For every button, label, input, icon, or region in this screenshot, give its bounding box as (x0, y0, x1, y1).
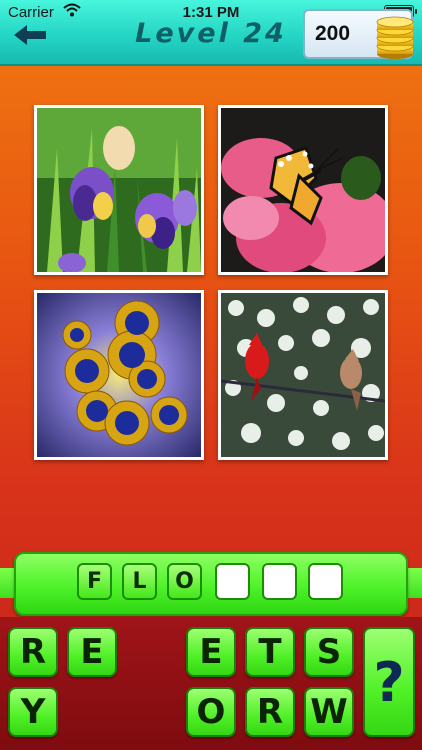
picture-cardinals[interactable] (218, 290, 388, 460)
letter-key[interactable]: Y (8, 687, 58, 737)
picture-blue-sunflowers[interactable] (34, 290, 204, 460)
coin-counter[interactable]: 200 (303, 9, 414, 59)
picture-butterfly[interactable] (218, 105, 388, 275)
butterfly-flower-image (221, 108, 385, 272)
answer-slot-6[interactable] (308, 563, 343, 600)
letter-key[interactable]: O (186, 687, 236, 737)
coin-count: 200 (315, 22, 351, 45)
letter-key[interactable]: R (245, 687, 295, 737)
cardinals-image (221, 293, 385, 457)
answer-slot-2[interactable]: L (122, 563, 157, 600)
answer-slot-3[interactable]: O (167, 563, 202, 600)
letter-key[interactable]: R (8, 627, 58, 677)
iris-flowers-image (37, 108, 201, 272)
hint-button[interactable]: ? (363, 627, 415, 737)
gold-coins-icon (376, 16, 414, 59)
answer-slot-1[interactable]: F (77, 563, 112, 600)
letter-key[interactable]: E (186, 627, 236, 677)
letter-key[interactable]: E (67, 627, 117, 677)
picture-iris-flowers[interactable] (34, 105, 204, 275)
letter-key[interactable]: S (304, 627, 354, 677)
letter-key[interactable]: W (304, 687, 354, 737)
answer-panel (14, 552, 408, 616)
question-mark-icon: ? (373, 650, 405, 714)
top-bar: Carrier 1:31 PM Level 24 200 (0, 0, 422, 66)
answer-slot-5[interactable] (262, 563, 297, 600)
letter-key[interactable]: T (245, 627, 295, 677)
answer-slot-4[interactable] (215, 563, 250, 600)
sunflowers-image (37, 293, 201, 457)
